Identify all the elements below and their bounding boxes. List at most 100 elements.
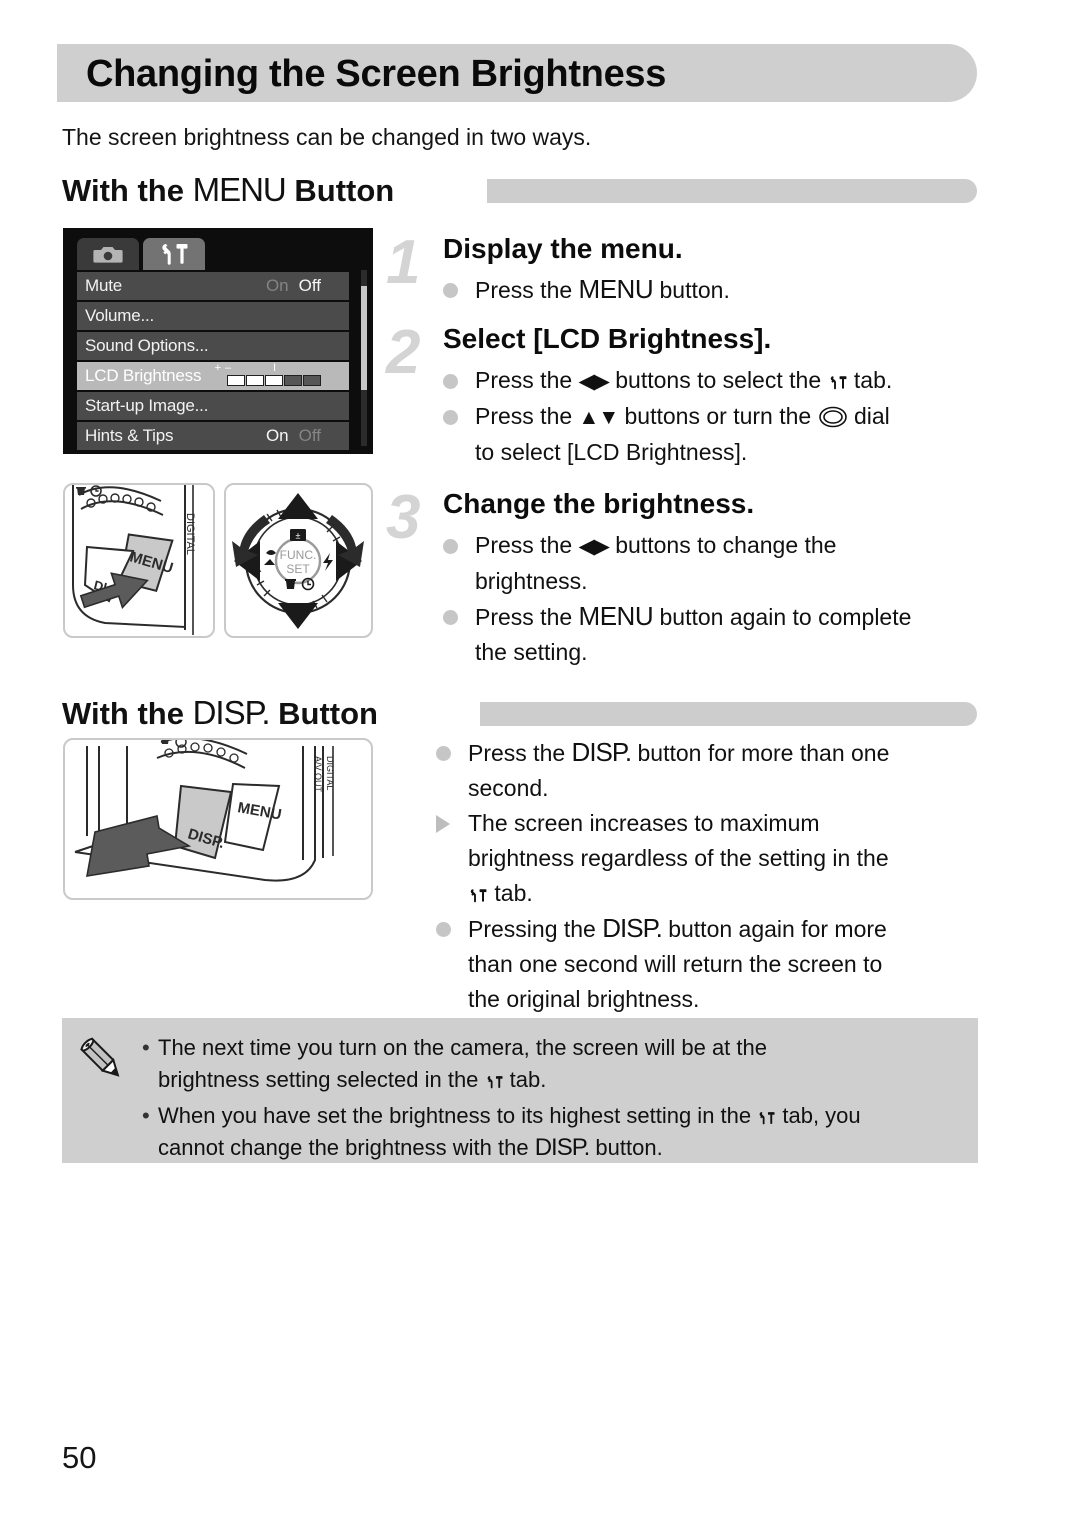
- pencil-icon: [76, 1034, 128, 1086]
- camera-back-menu-button-illustration: MENU DI DIGITAL: [63, 483, 215, 638]
- slider-cells: [227, 375, 321, 386]
- bullet-line: Press the MENU button.: [441, 272, 981, 308]
- slider-plus-mark: +: [214, 362, 221, 374]
- section-suffix: Button: [285, 173, 395, 208]
- bullet-line: Press the MENU button again to complete: [441, 599, 986, 635]
- lcd-tab-camera[interactable]: [77, 238, 139, 270]
- intro-text: The screen brightness can be changed in …: [62, 124, 592, 150]
- lcd-row-mute[interactable]: Mute On Off: [77, 272, 349, 300]
- brightness-slider[interactable]: – I +: [215, 362, 331, 387]
- section-prefix: With the: [62, 696, 193, 731]
- step-3-bullets: Press the ◀▶ buttons to change the brigh…: [441, 528, 986, 670]
- lcd-tab-strip: [77, 236, 363, 270]
- control-dial-icon: [818, 403, 848, 429]
- lcd-scrollbar[interactable]: [361, 270, 367, 446]
- tools-tab-icon: [757, 1103, 776, 1128]
- step-1-bullets: Press the MENU button.: [441, 272, 981, 308]
- note-box: • The next time you turn on the camera, t…: [62, 1018, 978, 1163]
- page-number: 50: [62, 1440, 97, 1475]
- lcd-row-lcd-brightness[interactable]: LCD Brightness – I +: [77, 362, 349, 390]
- control-dial-illustration: FUNC. SET ±: [224, 483, 373, 638]
- wrench-hammer-icon: [158, 243, 190, 265]
- bullet-line-continuation: than one second will return the screen t…: [468, 951, 883, 977]
- section-suffix: Button: [269, 696, 378, 731]
- left-right-arrows-icon: ◀▶: [578, 370, 610, 393]
- menu-glyph: MENU: [192, 171, 287, 208]
- note-item: • When you have set the brightness to its…: [140, 1100, 960, 1164]
- note-item: • The next time you turn on the camera, t…: [140, 1032, 960, 1096]
- bullet-line: Press the ▲▼ buttons or turn the dial: [441, 399, 986, 435]
- section-label-menu: With the MENU Button: [62, 170, 394, 211]
- bullet-line: The screen increases to maximum: [434, 806, 986, 841]
- bullet-line-continuation: tab.: [434, 876, 986, 911]
- up-down-arrows-icon: ▲▼: [578, 406, 620, 429]
- svg-text:A/V OUT: A/V OUT: [313, 756, 323, 793]
- slider-cell: [246, 375, 264, 386]
- value-off[interactable]: Off: [299, 426, 321, 446]
- tools-tab-icon: [828, 368, 848, 393]
- step-title-3: Change the brightness.: [443, 488, 755, 519]
- value-off[interactable]: Off: [299, 276, 321, 296]
- menu-glyph: MENU: [578, 601, 654, 631]
- disp-bullets: Press the DISP. button for more than one…: [434, 735, 986, 1017]
- lcd-row-startup-image[interactable]: Start-up Image...: [77, 392, 349, 420]
- lcd-row-label: Mute: [85, 276, 122, 295]
- lcd-row-label: Sound Options...: [85, 336, 209, 355]
- slider-mid-mark: I: [273, 362, 277, 374]
- svg-text:SET: SET: [286, 562, 310, 576]
- step-title-2: Select [LCD Brightness].: [443, 323, 772, 354]
- page-title: Changing the Screen Brightness: [86, 53, 667, 95]
- svg-text:DIGITAL: DIGITAL: [184, 513, 196, 555]
- tools-tab-icon: [485, 1067, 504, 1092]
- lcd-tab-tools[interactable]: [143, 238, 205, 270]
- bullet-dot-icon: [443, 374, 458, 389]
- lcd-row-values: On Off: [266, 422, 321, 450]
- bullet-line-continuation: to select [LCD Brightness].: [475, 439, 748, 465]
- lcd-menu-rows: Mute On Off Volume... Sound Options... L…: [77, 272, 363, 450]
- bullet-line: Press the ◀▶ buttons to select the tab.: [441, 363, 986, 399]
- camera-lcd-menu-screenshot: Mute On Off Volume... Sound Options... L…: [63, 228, 373, 454]
- lcd-row-label: Volume...: [85, 306, 155, 325]
- step-2-bullets: Press the ◀▶ buttons to select the tab. …: [441, 363, 986, 470]
- value-on[interactable]: On: [266, 276, 289, 296]
- disp-glyph: DISP.: [571, 737, 633, 767]
- note-list: • The next time you turn on the camera, t…: [140, 1032, 960, 1168]
- bullet-line: Press the ◀▶ buttons to change the: [441, 528, 986, 564]
- section-label-disp: With the DISP. Button: [62, 693, 378, 734]
- section-prefix: With the: [62, 173, 193, 208]
- lcd-row-sound-options[interactable]: Sound Options...: [77, 332, 349, 360]
- lcd-row-label: LCD Brightness: [85, 366, 202, 385]
- tools-tab-icon: [468, 881, 488, 906]
- lcd-row-label: Start-up Image...: [85, 396, 209, 415]
- slider-cell: [227, 375, 245, 386]
- slider-cell: [284, 375, 302, 386]
- step-number-2: 2: [386, 318, 421, 387]
- lcd-row-label: Hints & Tips: [85, 426, 174, 445]
- lcd-scrollbar-thumb[interactable]: [361, 286, 367, 390]
- bullet-dot-icon: [436, 922, 451, 937]
- value-on[interactable]: On: [266, 426, 289, 446]
- bullet-dot-icon: [443, 410, 458, 425]
- bullet-dot-icon: [443, 610, 458, 625]
- lcd-row-hints-tips[interactable]: Hints & Tips On Off: [77, 422, 349, 450]
- svg-text:FUNC.: FUNC.: [280, 548, 317, 562]
- step-number-3: 3: [386, 483, 421, 552]
- note-bullet-icon: •: [142, 1035, 150, 1060]
- step-number-1: 1: [386, 228, 421, 297]
- step-title-1: Display the menu.: [443, 233, 683, 264]
- svg-text:DIGITAL: DIGITAL: [325, 756, 335, 790]
- bullet-line: Press the DISP. button for more than one: [434, 735, 986, 771]
- menu-glyph: MENU: [578, 274, 654, 304]
- camera-icon: [93, 244, 123, 264]
- result-triangle-icon: [436, 815, 450, 833]
- bullet-dot-icon: [443, 283, 458, 298]
- bullet-line-continuation: the setting.: [475, 639, 588, 665]
- svg-text:±: ±: [296, 531, 301, 541]
- camera-back-disp-button-illustration: A/V OUT DIGITAL MENU DISP.: [63, 738, 373, 900]
- section-bar-menu: [487, 179, 977, 203]
- disp-glyph: DISP.: [602, 913, 663, 943]
- slider-cell: [303, 375, 321, 386]
- note-bullet-icon: •: [142, 1103, 150, 1128]
- lcd-row-volume[interactable]: Volume...: [77, 302, 349, 330]
- bullet-line-continuation: brightness regardless of the setting in …: [468, 845, 889, 871]
